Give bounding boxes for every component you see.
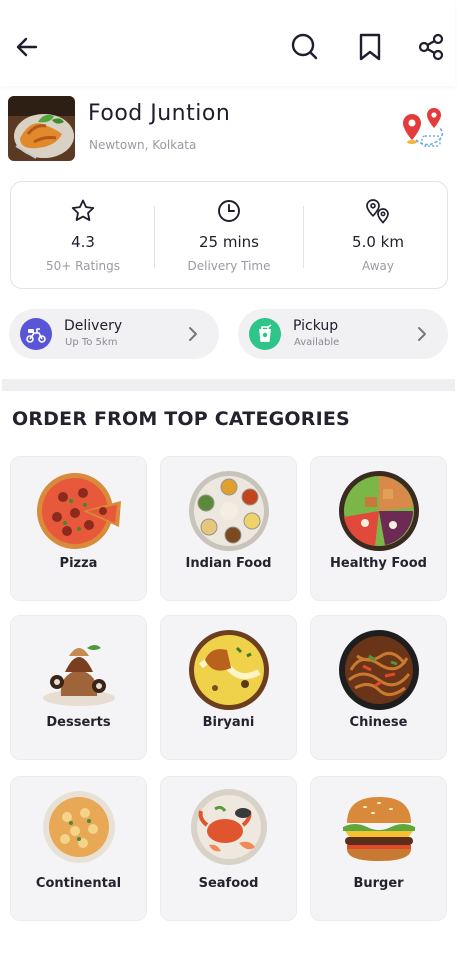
- category-card-biryani[interactable]: Biryani: [160, 615, 297, 760]
- delivery-time-label: Delivery Time: [187, 259, 271, 273]
- categories-section-title: ORDER FROM TOP CATEGORIES: [12, 408, 350, 430]
- pickup-title: Pickup: [293, 318, 339, 334]
- chevron-right-icon: [418, 327, 426, 341]
- delivery-subtitle: Up To 5km: [65, 337, 118, 348]
- location-pins-icon: [366, 199, 389, 224]
- bookmark-icon: [359, 33, 381, 61]
- biryani-image: [188, 630, 269, 710]
- chevron-right-icon: [189, 327, 197, 341]
- rating-label: 50+ Ratings: [45, 259, 121, 273]
- pizza-image: [36, 473, 121, 549]
- arrow-left-icon: [16, 37, 38, 57]
- category-card-chinese[interactable]: Chinese: [310, 615, 447, 760]
- category-name: Continental: [35, 876, 122, 891]
- restaurant-name: Food Juntion: [88, 101, 231, 126]
- category-card-burger[interactable]: Burger: [310, 776, 447, 921]
- burger-image: [342, 797, 415, 861]
- section-separator: [2, 379, 455, 391]
- category-name: Indian Food: [185, 556, 272, 571]
- restaurant-location: Newtown, Kolkata: [89, 138, 197, 152]
- bookmark-button[interactable]: [353, 30, 387, 64]
- pickup-icon-badge: [249, 318, 281, 350]
- stat-divider: [154, 206, 155, 268]
- dessert-image: [42, 645, 115, 706]
- pickup-subtitle: Available: [294, 337, 340, 348]
- rating-value: 4.3: [71, 233, 95, 251]
- category-name: Pizza: [59, 556, 98, 571]
- category-name: Chinese: [349, 715, 408, 730]
- delivery-title: Delivery: [64, 318, 123, 334]
- takeaway-cup-icon: [259, 324, 272, 342]
- category-card-seafood[interactable]: Seafood: [160, 776, 297, 921]
- route-map-pin-icon: [403, 108, 444, 147]
- top-bar: [0, 0, 455, 86]
- delivery-scooter-icon: [26, 328, 46, 343]
- continental-dish-image: [42, 791, 115, 863]
- category-name: Healthy Food: [330, 556, 427, 571]
- healthy-bowl-image: [338, 471, 419, 551]
- seafood-image: [190, 789, 267, 865]
- noodles-image: [338, 630, 419, 710]
- distance-label: Away: [362, 259, 394, 273]
- delivery-icon-badge: [20, 318, 52, 350]
- category-name: Desserts: [46, 715, 111, 730]
- category-card-healthy-food[interactable]: Healthy Food: [310, 456, 447, 601]
- route-button[interactable]: [400, 108, 444, 152]
- category-card-indian-food[interactable]: Indian Food: [160, 456, 297, 601]
- delivery-option-button[interactable]: Delivery Up To 5km: [9, 309, 219, 359]
- search-button[interactable]: [288, 30, 322, 64]
- star-icon: [71, 199, 95, 221]
- restaurant-image: [8, 96, 75, 161]
- category-name: Burger: [353, 876, 404, 891]
- distance-value: 5.0 km: [352, 233, 404, 251]
- stat-divider: [303, 206, 304, 268]
- category-card-desserts[interactable]: Desserts: [10, 615, 147, 760]
- distance-stat: 5.0 km Away: [306, 182, 450, 290]
- clock-icon: [218, 200, 240, 222]
- category-name: Biryani: [202, 715, 255, 730]
- pickup-option-button[interactable]: Pickup Available: [238, 309, 448, 359]
- search-icon: [291, 33, 318, 60]
- category-card-continental[interactable]: Continental: [10, 776, 147, 921]
- restaurant-stats-card: 4.3 50+ Ratings 25 mins Delivery Time 5.…: [10, 181, 448, 289]
- share-icon: [418, 33, 444, 61]
- category-name: Seafood: [198, 876, 259, 891]
- category-card-pizza[interactable]: Pizza: [10, 456, 147, 601]
- delivery-time-stat: 25 mins Delivery Time: [157, 182, 301, 290]
- share-button[interactable]: [414, 30, 448, 64]
- indian-thali-image: [188, 471, 269, 551]
- delivery-time-value: 25 mins: [199, 233, 259, 251]
- back-button[interactable]: [10, 30, 44, 64]
- rating-stat: 4.3 50+ Ratings: [11, 182, 155, 290]
